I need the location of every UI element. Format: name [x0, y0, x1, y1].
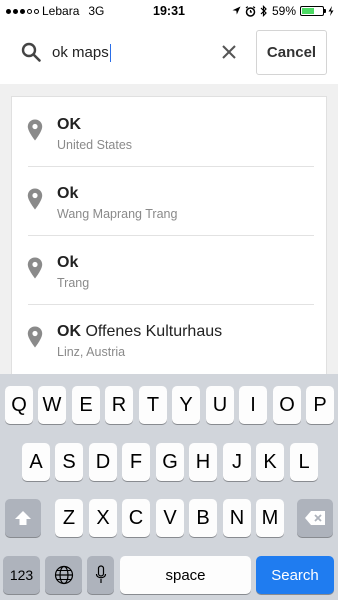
- result-title: OK Offenes Kulturhaus: [57, 323, 223, 340]
- key-b[interactable]: B: [189, 499, 217, 537]
- key-g[interactable]: G: [156, 443, 184, 481]
- result-subtitle: Linz, Austria: [57, 345, 126, 359]
- key-s[interactable]: S: [55, 443, 83, 481]
- key-n[interactable]: N: [223, 499, 251, 537]
- key-e[interactable]: E: [72, 386, 100, 424]
- key-x[interactable]: X: [89, 499, 117, 537]
- clear-icon[interactable]: [218, 41, 240, 63]
- charging-icon: [328, 6, 334, 16]
- key-m[interactable]: M: [256, 499, 284, 537]
- key-j[interactable]: J: [223, 443, 251, 481]
- globe-icon: [54, 565, 73, 585]
- result-title: OK: [57, 116, 81, 133]
- location-pin-icon: [27, 119, 43, 141]
- location-pin-icon: [27, 257, 43, 279]
- status-left: Lebara 3G: [6, 4, 104, 18]
- shift-key[interactable]: [5, 499, 41, 537]
- search-input[interactable]: ok maps: [52, 40, 242, 66]
- battery-percent: 59%: [271, 4, 296, 18]
- key-q[interactable]: Q: [5, 386, 33, 424]
- signal-strength-icon: [6, 8, 39, 14]
- key-f[interactable]: F: [122, 443, 150, 481]
- key-o[interactable]: O: [273, 386, 301, 424]
- shift-icon: [15, 511, 31, 525]
- key-y[interactable]: Y: [172, 386, 200, 424]
- key-z[interactable]: Z: [55, 499, 83, 537]
- battery-level: [302, 8, 314, 14]
- carrier-name: Lebara: [42, 4, 80, 18]
- search-key[interactable]: Search: [256, 556, 334, 594]
- result-item[interactable]: OK Offenes Kulturhaus Linz, Austria: [12, 304, 328, 373]
- result-title: Ok: [57, 254, 79, 271]
- status-bar: Lebara 3G 19:31 59%: [0, 0, 338, 22]
- text-cursor: [109, 44, 112, 63]
- bluetooth-icon: [260, 5, 267, 17]
- backspace-key[interactable]: [297, 499, 333, 537]
- key-d[interactable]: D: [89, 443, 117, 481]
- key-p[interactable]: P: [306, 386, 334, 424]
- backspace-icon: [305, 511, 325, 525]
- search-icon: [21, 42, 41, 62]
- keyboard: Q W E R T Y U I O P A S D F G H J K L Z …: [0, 374, 338, 600]
- battery-icon: [300, 6, 326, 16]
- results-list: OK United States Ok Wang Maprang Trang O…: [11, 96, 327, 374]
- dictation-key[interactable]: [87, 556, 114, 594]
- key-h[interactable]: H: [189, 443, 217, 481]
- location-pin-icon: [27, 188, 43, 210]
- status-right: 59%: [232, 4, 334, 18]
- result-subtitle: Trang: [57, 276, 90, 290]
- result-item[interactable]: Ok Trang: [12, 235, 328, 304]
- location-pin-icon: [27, 326, 43, 348]
- result-title: Ok: [57, 185, 79, 202]
- alarm-icon: [245, 5, 256, 17]
- key-k[interactable]: K: [256, 443, 284, 481]
- network-type: 3G: [88, 4, 105, 18]
- location-arrow-icon: [232, 6, 241, 15]
- numbers-key[interactable]: 123: [3, 556, 40, 594]
- microphone-icon: [95, 565, 106, 583]
- result-subtitle: United States: [57, 138, 133, 152]
- key-i[interactable]: I: [239, 386, 267, 424]
- space-key[interactable]: space: [120, 556, 251, 594]
- result-subtitle: Wang Maprang Trang: [57, 207, 178, 221]
- key-l[interactable]: L: [290, 443, 318, 481]
- cancel-button[interactable]: Cancel: [256, 30, 327, 75]
- result-item[interactable]: OK United States: [12, 97, 328, 166]
- key-t[interactable]: T: [139, 386, 167, 424]
- key-v[interactable]: V: [156, 499, 184, 537]
- key-a[interactable]: A: [22, 443, 50, 481]
- globe-key[interactable]: [45, 556, 82, 594]
- key-w[interactable]: W: [38, 386, 66, 424]
- result-item[interactable]: Ok Wang Maprang Trang: [12, 166, 328, 235]
- key-r[interactable]: R: [105, 386, 133, 424]
- key-u[interactable]: U: [206, 386, 234, 424]
- key-c[interactable]: C: [122, 499, 150, 537]
- search-header: ok maps Cancel: [0, 22, 338, 84]
- search-query: ok maps: [52, 44, 109, 61]
